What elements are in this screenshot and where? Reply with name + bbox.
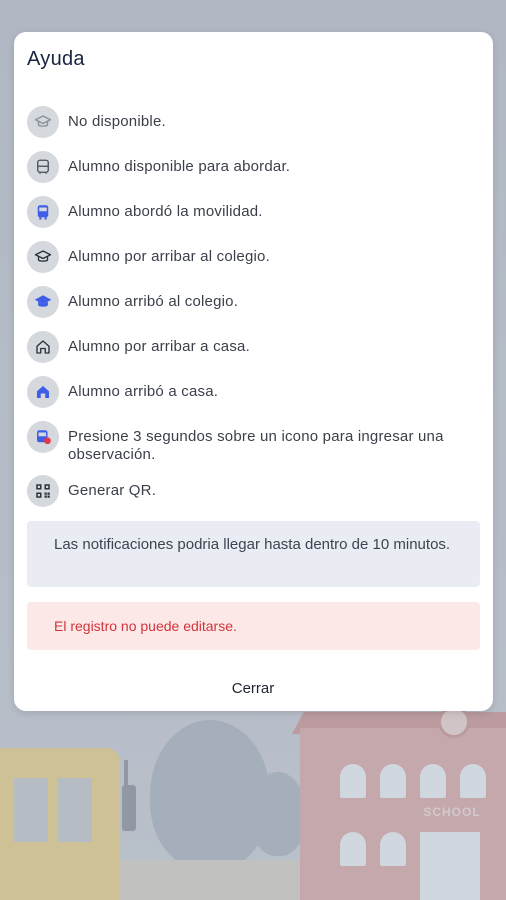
legend-label: Alumno arribó al colegio.: [68, 293, 239, 310]
bus-observation-icon: [27, 421, 59, 453]
legend-label: Alumno por arribar a casa.: [68, 338, 250, 355]
legend-label: Alumno por arribar al colegio.: [68, 248, 270, 265]
legend-item-boarded: Alumno abordó la movilidad.: [27, 196, 477, 241]
legend-item-not-available: No disponible.: [27, 106, 477, 151]
status-legend-list: No disponible. Alumno disponible para ab…: [27, 106, 477, 520]
graduation-cap-filled-icon: [27, 286, 59, 318]
legend-label: Alumno disponible para abordar.: [68, 158, 291, 175]
legend-item-arriving-home: Alumno por arribar a casa.: [27, 331, 477, 376]
legend-label: Presione 3 segundos sobre un icono para …: [68, 428, 444, 463]
generate-qr-label[interactable]: Generar QR.: [68, 475, 156, 500]
bus-outline-icon: [27, 151, 59, 183]
legend-item-arriving-school: Alumno por arribar al colegio.: [27, 241, 477, 286]
graduation-cap-outline-icon: [27, 241, 59, 273]
legend-label: No disponible.: [68, 113, 166, 130]
legend-item-arrived-school: Alumno arribó al colegio.: [27, 286, 477, 331]
help-dialog: Ayuda No disponible. Alumno disponible p…: [14, 32, 493, 711]
bus-filled-icon: [27, 196, 59, 228]
legend-label: Alumno arribó a casa.: [68, 383, 219, 400]
close-button[interactable]: Cerrar: [204, 674, 302, 702]
notification-info-box: Las notificaciones podria llegar hasta d…: [27, 521, 480, 587]
legend-label: Alumno abordó la movilidad.: [68, 203, 263, 220]
legend-item-ready-to-board: Alumno disponible para abordar.: [27, 151, 477, 196]
home-filled-icon: [27, 376, 59, 408]
legend-item-generate-qr[interactable]: Generar QR.: [27, 475, 477, 520]
qr-code-icon[interactable]: [27, 475, 59, 507]
legend-item-observation-hint: Presione 3 segundos sobre un icono para …: [27, 421, 477, 475]
graduation-cap-outline-icon: [27, 106, 59, 138]
home-outline-icon: [27, 331, 59, 363]
legend-item-arrived-home: Alumno arribó a casa.: [27, 376, 477, 421]
dialog-title: Ayuda: [27, 48, 85, 70]
edit-warning-box: El registro no puede editarse.: [27, 602, 480, 650]
